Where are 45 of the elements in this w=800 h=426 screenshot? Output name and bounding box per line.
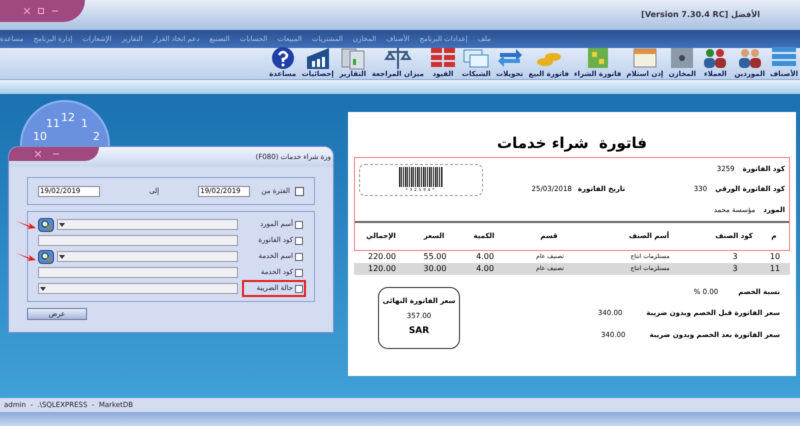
currency-label: SAR [408, 325, 430, 338]
barcode-drawing [399, 166, 443, 186]
lookup-field[interactable] [57, 219, 238, 230]
pointer-arrow [16, 220, 36, 230]
filter-checkbox[interactable] [295, 284, 303, 292]
search-icon [41, 220, 51, 230]
table-cell-text: 3 [731, 250, 739, 262]
invoice-title: فاتورة شراء خدمات [497, 133, 648, 154]
close-icon[interactable] [24, 8, 30, 14]
table-cell-text: 220.00 [367, 250, 397, 262]
clock-number: 12 [61, 110, 75, 126]
search-button[interactable] [38, 218, 54, 232]
clock-number: 1 [81, 116, 88, 132]
caret-icon [59, 254, 65, 258]
table-cell-text: 55.00 [422, 250, 448, 262]
close-icon[interactable] [35, 151, 41, 157]
dropdown-field[interactable] [38, 283, 238, 294]
caret-icon [59, 222, 65, 226]
lookup-field[interactable] [57, 251, 238, 262]
filter-checkbox[interactable] [295, 268, 303, 276]
minimize-icon[interactable] [53, 151, 59, 157]
table-cell-text: 10 [768, 250, 782, 262]
caret-icon [40, 286, 46, 290]
scale-icon [384, 45, 412, 71]
clock-number: 10 [33, 129, 47, 145]
clock-number: 2 [93, 129, 100, 145]
search-button[interactable] [38, 250, 54, 264]
filter-checkbox[interactable] [295, 220, 303, 228]
filter-checkbox[interactable] [295, 236, 303, 244]
period-checkbox[interactable] [295, 186, 304, 196]
table-cell-text: 11 [768, 262, 782, 274]
window-title: [Version 7.30.4 RC] الأفضل [641, 9, 760, 21]
pointer-arrow [16, 252, 36, 262]
table-cell-text: 120.00 [367, 262, 397, 274]
filter-checkbox[interactable] [295, 252, 303, 260]
clock-number: 11 [46, 116, 60, 132]
input-field[interactable] [38, 235, 238, 246]
table-cell-text: 3 [731, 262, 739, 274]
search-icon [41, 252, 51, 262]
table-cell-text: 4.00 [475, 250, 495, 262]
input-field[interactable] [38, 267, 238, 278]
restore-icon[interactable] [38, 8, 44, 14]
minimize-icon[interactable] [52, 8, 58, 14]
table-cell-text: 30.00 [422, 262, 448, 274]
table-cell-text: 4.00 [475, 262, 495, 274]
